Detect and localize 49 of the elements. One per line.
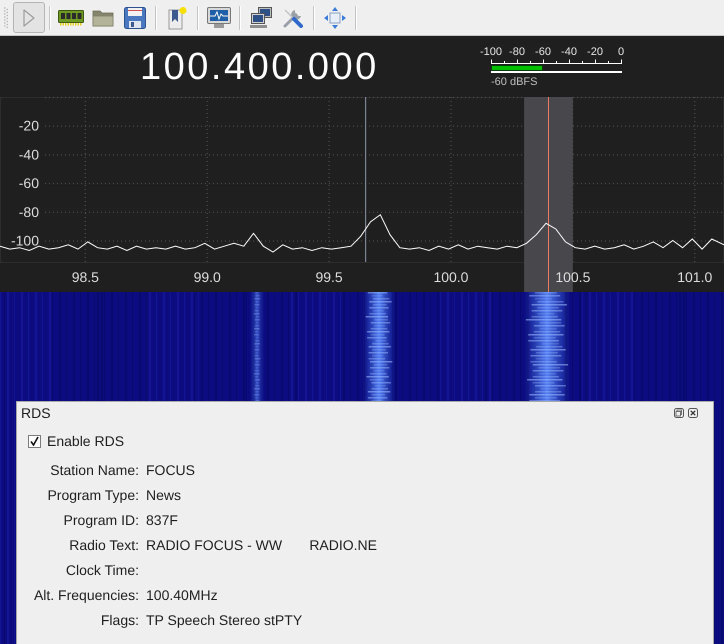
bookmark-icon (167, 6, 187, 30)
tools-icon (282, 6, 304, 28)
field-value: News (146, 486, 182, 502)
grip-icon[interactable] (4, 6, 8, 28)
field-value: TP Speech Stereo stPTY (146, 612, 302, 628)
x-axis-label: 99.5 (315, 269, 343, 285)
meter-scale-label: -20 (587, 46, 603, 59)
field-value: FOCUS (146, 462, 195, 478)
field-label: Flags: (100, 612, 139, 628)
meter-reading: -60 dBFS (491, 76, 538, 89)
field-value: 837F (146, 512, 178, 528)
play-icon (23, 8, 35, 26)
panel-title: RDS (21, 405, 51, 421)
meter-scale-label: -100 (480, 46, 502, 59)
undock-icon[interactable] (674, 408, 684, 418)
x-axis-label: 100.5 (555, 269, 590, 285)
y-axis-label: -60 (18, 175, 39, 192)
folder-icon (92, 8, 114, 26)
field-label: Station Name: (49, 462, 139, 478)
checkbox[interactable] (28, 434, 41, 448)
y-axis-label: -80 (18, 204, 39, 220)
x-axis-label: 101.0 (677, 269, 712, 285)
waveform-monitor-icon (207, 6, 231, 28)
meter-scale-label: 0 (618, 46, 624, 59)
meter-scale-label: -60 (535, 46, 551, 59)
circuit-board-icon (58, 10, 84, 26)
marker-line[interactable] (365, 97, 366, 262)
field-label: Program ID: (62, 512, 139, 528)
move-arrows-icon (323, 6, 347, 30)
x-axis-label: 98.5 (72, 269, 99, 285)
y-axis-label: -40 (18, 146, 39, 162)
frequency-display[interactable]: 100.400.000 (140, 46, 379, 88)
tuning-line[interactable] (548, 97, 549, 292)
field-value: 100.40MHz (146, 586, 218, 602)
field-label: Radio Text: (68, 536, 139, 552)
field-label: Clock Time: (64, 562, 139, 578)
check-icon (30, 436, 39, 446)
field-label: Program Type: (46, 486, 139, 502)
x-axis-label: 99.0 (194, 269, 221, 285)
y-axis-label: -100 (10, 232, 39, 248)
computers-icon (249, 6, 273, 28)
meter-scale-label: -80 (509, 46, 525, 59)
meter-scale-label: -40 (561, 46, 577, 59)
checkbox-label[interactable]: Enable RDS (47, 433, 124, 449)
x-axis-label: 100.0 (433, 269, 468, 285)
field-label: Alt. Frequencies: (32, 586, 139, 602)
field-value: RADIO FOCUS - WW RADIO.NE (146, 536, 377, 552)
close-icon[interactable] (688, 408, 698, 418)
y-axis-label: -20 (18, 118, 39, 134)
